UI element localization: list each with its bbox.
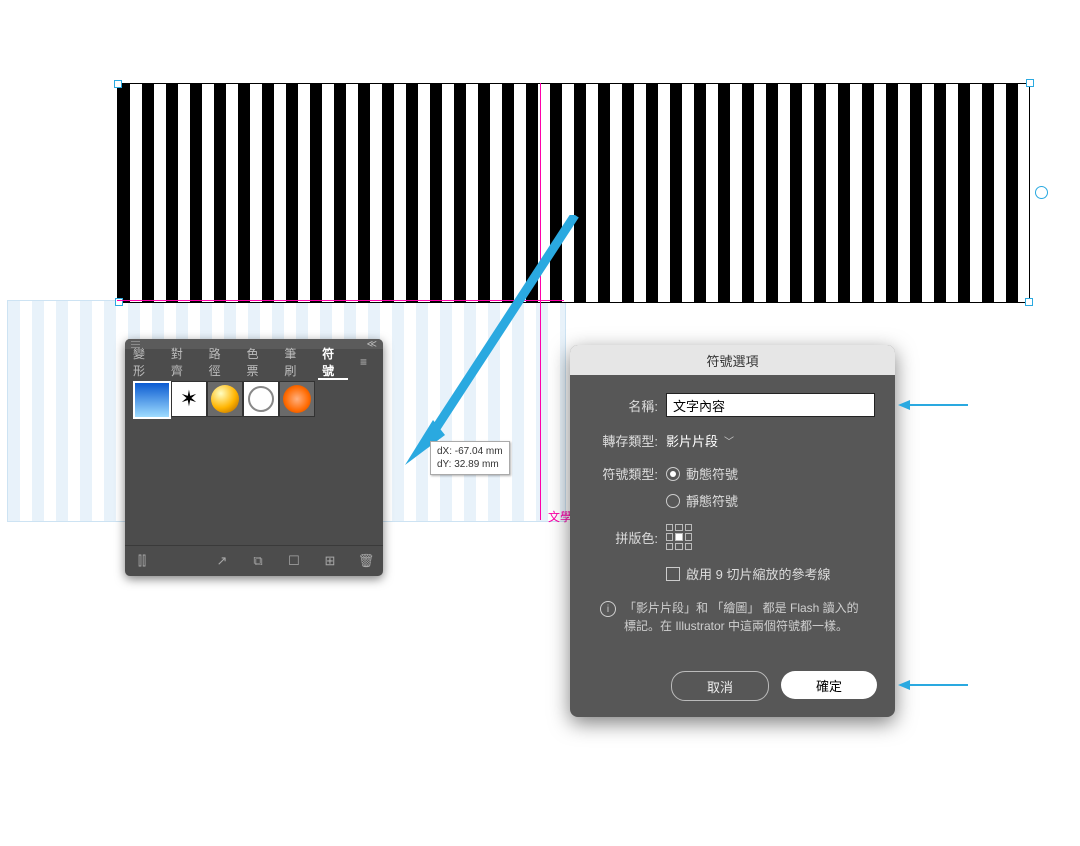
info-icon: i	[600, 601, 616, 617]
symbols-panel[interactable]: ≪ 變形 對齊 路徑 色票 筆刷 符號 ≡ ⫿⫿ ↗ ⧉ ☐ ⊞ 🗑	[125, 339, 383, 576]
swatch-gradient[interactable]	[133, 381, 171, 419]
dialog-title: 符號選項	[570, 345, 895, 375]
symbols-grid	[125, 375, 383, 423]
tab-transform[interactable]: 變形	[125, 345, 163, 379]
chevron-down-icon: ﹀	[724, 433, 734, 448]
symbol-options-icon[interactable]: ☐	[287, 554, 301, 568]
slice-scaling-checkbox[interactable]: 啟用 9 切片縮放的參考線	[666, 564, 830, 583]
drag-tooltip-dy: dY: 32.89 mm	[437, 458, 503, 471]
panel-menu-icon[interactable]: ≡	[352, 355, 375, 369]
cancel-button[interactable]: 取消	[671, 671, 769, 701]
guide-line-h	[117, 300, 564, 301]
delete-symbol-icon[interactable]: 🗑	[359, 554, 373, 568]
drag-tooltip-dx: dX: -67.04 mm	[437, 445, 503, 458]
swatch-wire[interactable]	[243, 381, 279, 417]
name-label: 名稱:	[590, 396, 658, 415]
swatch-flower[interactable]	[279, 381, 315, 417]
tab-path[interactable]: 路徑	[201, 345, 239, 379]
checkbox-label: 啟用 9 切片縮放的參考線	[686, 564, 830, 583]
symbol-options-dialog[interactable]: 符號選項 名稱: 轉存類型: 影片片段 ﹀ 符號類型: 動態符號	[570, 345, 895, 717]
tab-swatches[interactable]: 色票	[238, 345, 276, 379]
radio-label: 動態符號	[686, 464, 738, 483]
collapse-icon[interactable]: ≪	[367, 339, 377, 350]
artwork-label: 文學	[548, 508, 572, 525]
panel-footer: ⫿⫿ ↗ ⧉ ☐ ⊞ 🗑	[125, 545, 383, 576]
tab-symbols[interactable]: 符號	[314, 345, 352, 379]
break-link-icon[interactable]: ⧉	[251, 554, 265, 568]
checkbox-icon	[666, 567, 680, 581]
radio-label: 靜態符號	[686, 491, 738, 510]
new-symbol-icon[interactable]: ⊞	[323, 554, 337, 568]
name-input[interactable]	[666, 393, 875, 417]
guide-line-v	[540, 83, 541, 520]
export-type-label: 轉存類型:	[590, 431, 658, 450]
annotation-arrow-name	[898, 395, 968, 415]
drag-tooltip: dX: -67.04 mm dY: 32.89 mm	[430, 441, 510, 475]
symbol-type-label: 符號類型:	[590, 464, 658, 483]
info-note: i 「影片片段」和 「繪圖」 都是 Flash 讀入的標記。在 Illustra…	[600, 599, 865, 635]
selection-handle[interactable]	[1026, 79, 1034, 87]
radio-dot-icon	[666, 494, 680, 508]
panel-tabs: 變形 對齊 路徑 色票 筆刷 符號 ≡	[125, 349, 383, 375]
place-symbol-icon[interactable]: ↗	[215, 554, 229, 568]
radio-dynamic-symbol[interactable]: 動態符號	[666, 464, 738, 483]
info-text: 「影片片段」和 「繪圖」 都是 Flash 讀入的標記。在 Illustrato…	[624, 599, 865, 635]
tab-align[interactable]: 對齊	[163, 345, 201, 379]
radio-static-symbol[interactable]: 靜態符號	[666, 491, 738, 510]
symbol-libraries-icon[interactable]: ⫿⫿	[135, 554, 149, 568]
export-type-value: 影片片段	[666, 431, 718, 450]
tab-brushes[interactable]: 筆刷	[276, 345, 314, 379]
swatch-ink[interactable]	[171, 381, 207, 417]
registration-label: 拼版色:	[590, 528, 658, 547]
annotation-arrow-ok	[898, 675, 968, 695]
export-type-select[interactable]: 影片片段 ﹀	[666, 431, 734, 450]
ok-button[interactable]: 確定	[781, 671, 877, 699]
registration-grid[interactable]	[666, 524, 692, 550]
artwork-selected-block[interactable]	[117, 83, 1030, 303]
radio-dot-icon	[666, 467, 680, 481]
rotate-handle[interactable]	[1035, 186, 1048, 199]
swatch-orb[interactable]	[207, 381, 243, 417]
